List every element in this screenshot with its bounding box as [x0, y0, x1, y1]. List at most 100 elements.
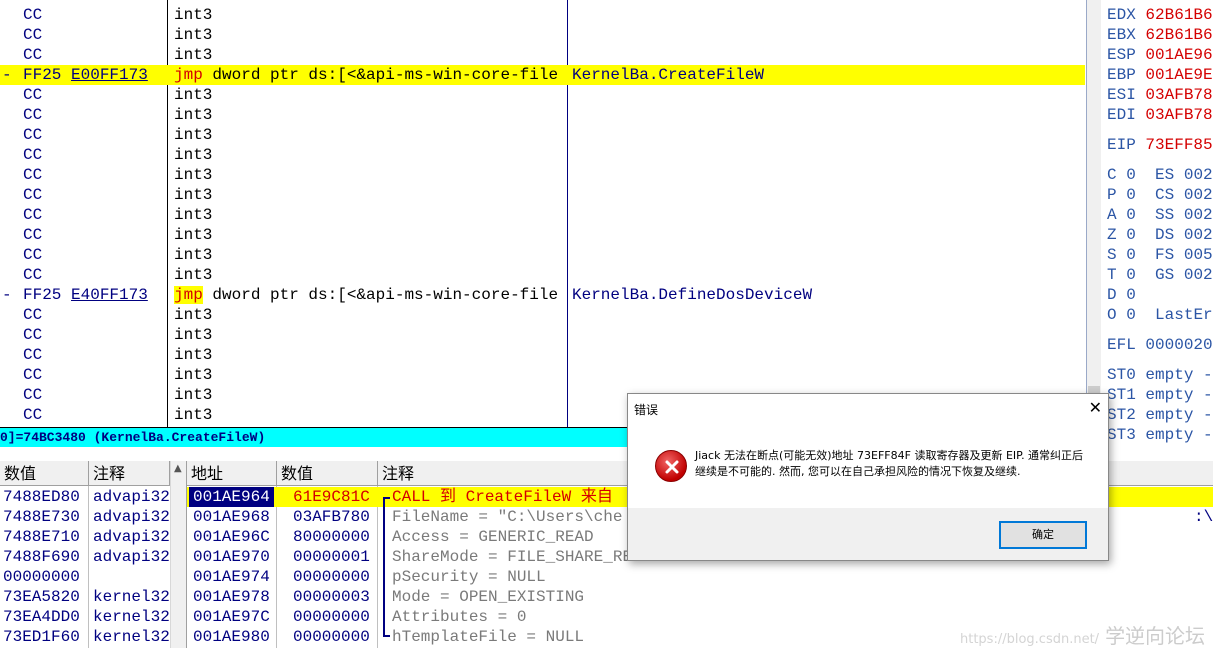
register-efl[interactable]: EFL 0000020 — [1107, 335, 1213, 355]
register-edx[interactable]: EDX 62B61B6 — [1107, 5, 1213, 25]
fpu-register[interactable]: ST0 empty - — [1107, 365, 1213, 385]
disasm-row[interactable]: CC int3 — [0, 25, 1085, 45]
registers-pane[interactable]: EDX 62B61B6 EBX 62B61B6 ESP 001AE96 EBP 001… — [1086, 0, 1213, 460]
disasm-row[interactable]: CC int3 — [0, 365, 1085, 385]
ok-button[interactable]: 确定 — [999, 521, 1087, 549]
disasm-row[interactable]: CC int3 — [0, 125, 1085, 145]
flag-row[interactable]: O 0 LastEr — [1107, 305, 1213, 325]
segment-value[interactable]: 002 — [1184, 266, 1213, 284]
disasm-row[interactable]: CC int3 — [0, 85, 1085, 105]
segment-value[interactable]: 002 — [1184, 166, 1213, 184]
disasm-row-partial[interactable]: CC int3 — [0, 0, 1085, 5]
flag-row[interactable]: S 0 FS 005 — [1107, 245, 1213, 265]
stack-row[interactable]: 001AE978 00000003 Mode = OPEN_EXISTING — [187, 587, 1213, 607]
register-value[interactable]: empty - — [1145, 406, 1212, 424]
stack-address[interactable]: 001AE97C — [193, 607, 270, 627]
flag-row[interactable]: P 0 CS 002 — [1107, 185, 1213, 205]
register-value[interactable]: empty - — [1145, 386, 1212, 404]
register-esi[interactable]: ESI 03AFB78 — [1107, 85, 1213, 105]
stack-address[interactable]: 001AE96C — [193, 527, 270, 547]
disasm-row[interactable]: CC int3 — [0, 265, 1085, 285]
stack-column-address[interactable]: 地址 — [187, 461, 277, 486]
register-ebp[interactable]: EBP 001AE9E — [1107, 65, 1213, 85]
flag-row[interactable]: T 0 GS 002 — [1107, 265, 1213, 285]
disasm-row[interactable]: CC int3 — [0, 225, 1085, 245]
flag-row[interactable]: D 0 — [1107, 285, 1165, 305]
dump-scrollbar[interactable]: ▲ — [170, 461, 186, 648]
fpu-register[interactable]: ST1 empty - — [1107, 385, 1213, 405]
disasm-row[interactable]: CC int3 — [0, 145, 1085, 165]
registers-scrollbar[interactable] — [1087, 0, 1101, 460]
disasm-row[interactable]: CC int3 — [0, 245, 1085, 265]
disasm-row[interactable]: CC int3 — [0, 45, 1085, 65]
disasm-row[interactable]: - FF25 E00FF173 jmp dword ptr ds:[<&api-ms… — [0, 65, 1085, 85]
instruction: int3 — [174, 306, 213, 324]
segment-value[interactable]: 005 — [1184, 246, 1213, 264]
stack-row[interactable]: 001AE974 00000000 pSecurity = NULL — [187, 567, 1213, 587]
register-value[interactable]: 0000020 — [1145, 336, 1212, 354]
register-value[interactable]: empty - — [1145, 366, 1212, 384]
disassembly-pane[interactable]: CC int3 CC int3 CC int3- FF25 E00FF173 jmp dwor… — [0, 0, 1085, 427]
stack-address[interactable]: 001AE970 — [193, 547, 270, 567]
register-value[interactable]: empty - — [1145, 426, 1212, 444]
close-icon[interactable]: ✕ — [1089, 398, 1102, 417]
register-value[interactable]: 001AE9E — [1145, 66, 1212, 84]
stack-address[interactable]: 001AE974 — [193, 567, 270, 587]
segment-value[interactable]: 002 — [1184, 226, 1213, 244]
dump-column-comment[interactable]: 注释 — [89, 461, 170, 486]
register-value[interactable]: 73EFF85 — [1145, 136, 1212, 154]
register-ebx[interactable]: EBX 62B61B6 — [1107, 25, 1213, 45]
disasm-row[interactable]: CC int3 — [0, 305, 1085, 325]
flag-value[interactable]: 0 — [1126, 286, 1136, 304]
stack-address[interactable]: 001AE968 — [193, 507, 270, 527]
register-value[interactable]: 62B61B6 — [1145, 26, 1212, 44]
dump-value: 73EA4DD0 — [3, 608, 80, 626]
instruction: int3 — [174, 326, 213, 344]
opcode-address-link[interactable]: E00FF173 — [71, 66, 148, 84]
flag-value[interactable]: 0 — [1126, 306, 1136, 324]
flag-value[interactable]: 0 — [1126, 186, 1136, 204]
disasm-row[interactable]: CC int3 — [0, 325, 1085, 345]
flag-value[interactable]: 0 — [1126, 206, 1136, 224]
disasm-row[interactable]: CC int3 — [0, 5, 1085, 25]
flag-row[interactable]: Z 0 DS 002 — [1107, 225, 1213, 245]
stack-address[interactable]: 001AE964 — [189, 487, 274, 507]
disasm-row[interactable]: - FF25 E40FF173 jmp dword ptr ds:[<&api-ms… — [0, 285, 1085, 305]
instruction: int3 — [174, 86, 213, 104]
dump-value: 00000000 — [3, 568, 80, 586]
register-value[interactable]: 001AE96 — [1145, 46, 1212, 64]
instruction: int3 — [174, 346, 213, 364]
dump-column-value[interactable]: 数值 — [0, 461, 89, 486]
stack-address[interactable]: 001AE978 — [193, 587, 270, 607]
flag-value[interactable]: 0 — [1126, 246, 1136, 264]
segment-value[interactable]: 002 — [1184, 186, 1213, 204]
opcode-bytes: CC — [23, 246, 43, 264]
register-eip[interactable]: EIP 73EFF85 — [1107, 135, 1213, 155]
stack-column-value[interactable]: 数值 — [277, 461, 378, 486]
stack-address[interactable]: 001AE980 — [193, 627, 270, 647]
stack-comment: CALL 到 CreateFileW 来自 — [392, 488, 613, 506]
register-value[interactable]: 03AFB78 — [1145, 86, 1212, 104]
flag-row[interactable]: C 0 ES 002 — [1107, 165, 1213, 185]
flag-value[interactable]: 0 — [1126, 166, 1136, 184]
flag-value[interactable]: 0 — [1126, 266, 1136, 284]
instruction: int3 — [174, 106, 213, 124]
scroll-up-icon[interactable]: ▲ — [174, 463, 182, 474]
register-value[interactable]: 62B61B6 — [1145, 6, 1212, 24]
fpu-register[interactable]: ST2 empty - — [1107, 405, 1213, 425]
dialog-titlebar[interactable]: 错误 ✕ — [628, 394, 1108, 424]
disasm-row[interactable]: CC int3 — [0, 165, 1085, 185]
memory-dump-pane[interactable]: 数值 注释 ▲ 7488ED80 advapi32 7488E730 advapi32… — [0, 461, 186, 648]
register-value[interactable]: 03AFB78 — [1145, 106, 1212, 124]
flag-value[interactable]: 0 — [1126, 226, 1136, 244]
disasm-row[interactable]: CC int3 — [0, 205, 1085, 225]
fpu-register[interactable]: ST3 empty - — [1107, 425, 1213, 445]
segment-value[interactable]: 002 — [1184, 206, 1213, 224]
register-edi[interactable]: EDI 03AFB78 — [1107, 105, 1213, 125]
opcode-address-link[interactable]: E40FF173 — [71, 286, 148, 304]
disasm-row[interactable]: CC int3 — [0, 105, 1085, 125]
disasm-row[interactable]: CC int3 — [0, 345, 1085, 365]
disasm-row[interactable]: CC int3 — [0, 185, 1085, 205]
register-esp[interactable]: ESP 001AE96 — [1107, 45, 1213, 65]
flag-row[interactable]: A 0 SS 002 — [1107, 205, 1213, 225]
